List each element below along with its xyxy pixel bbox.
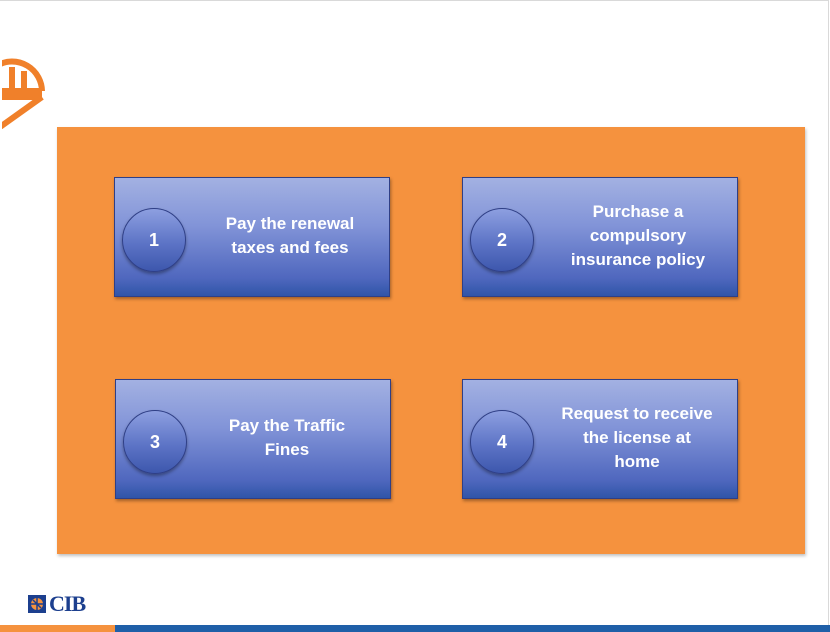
step-number-badge: 3 [123, 410, 187, 474]
cib-logo-icon [28, 595, 46, 613]
step-label-line: taxes and fees [231, 238, 349, 257]
step-card-3: 3 Pay the Traffic Fines [115, 379, 391, 499]
step-label: Pay the renewal taxes and fees [193, 200, 387, 272]
footer-bar-blue [115, 625, 830, 632]
footer-bar-orange [0, 625, 115, 632]
footer-logo: CIB [28, 591, 86, 617]
step-number-badge: 2 [470, 208, 534, 272]
footer-brand-text: CIB [49, 591, 86, 616]
step-number-badge: 4 [470, 410, 534, 474]
step-label: Pay the Traffic Fines [190, 402, 384, 474]
step-label: Request to receive the license at home [539, 398, 735, 478]
step-label-line: home [614, 452, 660, 471]
step-label-line: compulsory [589, 226, 687, 245]
step-label-line: Purchase a [592, 202, 684, 221]
step-label-line: Pay the renewal [225, 214, 355, 233]
step-card-2: 2 Purchase a compulsory insurance policy [462, 177, 738, 297]
step-label: Purchase a compulsory insurance policy [541, 196, 735, 276]
step-card-1: 1 Pay the renewal taxes and fees [114, 177, 390, 297]
step-number-badge: 1 [122, 208, 186, 272]
steps-panel: 1 Pay the renewal taxes and fees 2 Purch… [57, 127, 805, 554]
step-label-line: Request to receive [561, 404, 713, 423]
step-label-line: insurance policy [570, 250, 706, 269]
step-label-line: the license at [583, 428, 691, 447]
cib-orange-emblem-icon [2, 58, 45, 129]
step-label-line: Pay the Traffic [228, 416, 346, 435]
step-card-4: 4 Request to receive the license at home [462, 379, 738, 499]
step-label-line: Fines [264, 440, 310, 459]
